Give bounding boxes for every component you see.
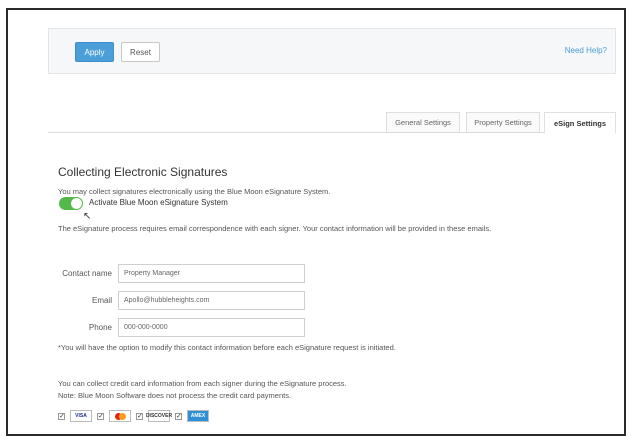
visa-card-icon: VISA: [70, 410, 92, 422]
visa-checkbox[interactable]: ✓: [58, 412, 65, 420]
need-help-link[interactable]: Need Help?: [565, 46, 607, 55]
phone-label: Phone: [88, 323, 112, 332]
discover-checkbox[interactable]: ✓: [136, 412, 143, 420]
collect-card-text: You can collect credit card information …: [58, 379, 347, 388]
esign-intro-text: You may collect signatures electronicall…: [58, 187, 331, 196]
amex-checkbox[interactable]: ✓: [175, 412, 182, 420]
amex-card-icon: AMEX: [187, 410, 209, 422]
tab-property-settings[interactable]: Property Settings: [466, 112, 540, 132]
mastercard-checkbox[interactable]: ✓: [97, 412, 104, 420]
settings-window: Apply Reset Need Help? General Settings …: [6, 8, 626, 436]
discover-card-icon: DISCOVER: [146, 410, 172, 422]
mouse-cursor-icon: ↖: [83, 211, 92, 222]
apply-button[interactable]: Apply: [75, 42, 114, 62]
payment-note-text: Note: Blue Moon Software does not proces…: [58, 391, 292, 400]
modify-note-text: *You will have the option to modify this…: [58, 343, 396, 352]
section-title: Collecting Electronic Signatures: [58, 165, 228, 179]
settings-tabs: General Settings Property Settings eSign…: [48, 106, 616, 133]
card-options: ✓ VISA ✓ ✓ DISCOVER ✓ AMEX: [58, 408, 209, 424]
toggle-label: Activate Blue Moon eSignature System: [89, 198, 228, 207]
activate-esignature-toggle[interactable]: [59, 197, 83, 210]
action-toolbar: Apply Reset Need Help?: [48, 28, 616, 74]
email-field[interactable]: Apollo@hubbleheights.com: [118, 291, 305, 310]
reset-button[interactable]: Reset: [121, 42, 160, 62]
mastercard-card-icon: [109, 410, 131, 422]
email-label: Email: [91, 296, 112, 305]
contact-name-field[interactable]: Property Manager: [118, 264, 305, 283]
phone-field[interactable]: 000-000-0000: [118, 318, 305, 337]
tab-esign-settings[interactable]: eSign Settings: [544, 112, 616, 133]
email-notice-text: The eSignature process requires email co…: [58, 224, 492, 233]
contact-name-label: Contact name: [62, 269, 112, 278]
tab-general-settings[interactable]: General Settings: [386, 112, 460, 132]
